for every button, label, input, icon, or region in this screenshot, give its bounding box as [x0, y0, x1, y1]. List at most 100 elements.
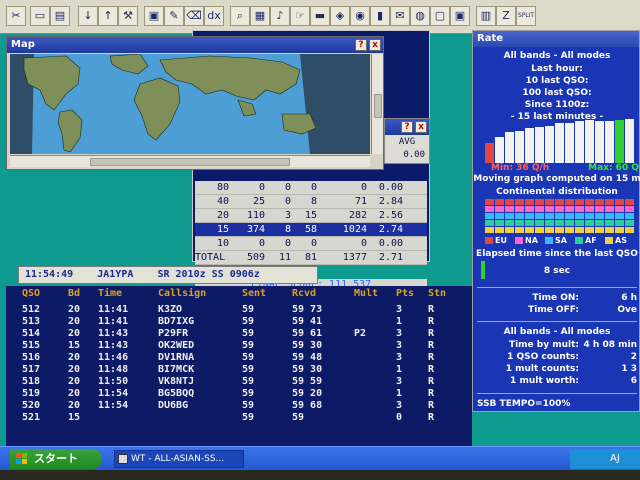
log-row[interactable]: 521 15 59 59 0 R [6, 412, 472, 424]
log-cell-stn: R [428, 376, 435, 387]
log-cell-rcvd: 59 68 [292, 400, 323, 411]
qso-log[interactable]: QSO Bd Time Callsign Sent Rcvd Mult Pts Stn 512 20… [6, 286, 472, 446]
edit-icon[interactable]: ✎ [164, 6, 184, 26]
log-row[interactable]: 513 20 11:41 BD7IXG 59 59 41 1 R [6, 316, 472, 328]
z-button[interactable]: Z [496, 6, 516, 26]
log-row[interactable]: 515 15 11:43 OK2WED 59 59 30 3 R [6, 340, 472, 352]
window-icon[interactable]: ▢ [430, 6, 450, 26]
stats-cell-avg: 0.00 [378, 182, 403, 193]
log-row[interactable]: 512 20 11:41 K3ZO 59 59 73 3 R [6, 304, 472, 316]
rate-separator-3 [477, 393, 637, 394]
log-cell-qso: 519 [22, 388, 41, 399]
log-cell-bd: 20 [68, 376, 81, 387]
log-cell-time: 11:41 [98, 316, 129, 327]
taskbar-item-wt[interactable]: WT - ALL-ASIAN-SS... [114, 450, 244, 468]
continental-bar-segment [615, 220, 624, 226]
log-cell-bd: 20 [68, 316, 81, 327]
bell-icon[interactable]: ♪ [270, 6, 290, 26]
stats-cell-avg: 2.71 [378, 252, 403, 263]
globe-icon[interactable]: ◍ [410, 6, 430, 26]
monitor-icon[interactable]: ▬ [310, 6, 330, 26]
log-cell-rcvd: 59 30 [292, 364, 323, 375]
log-header-cell: Bd [68, 288, 81, 299]
clear-icon[interactable]: ⌫ [184, 6, 204, 26]
down-arrow-icon[interactable]: ↓ [78, 6, 98, 26]
taskbar-item-label: WT - ALL-ASIAN-SS... [131, 454, 225, 464]
dx-button[interactable]: dx [204, 6, 224, 26]
rate-bar [525, 128, 534, 163]
cut-icon[interactable]: ✂ [6, 6, 26, 26]
log-row[interactable]: 520 20 11:54 DU6BG 59 59 68 3 R [6, 400, 472, 412]
rate-last-hour: Last hour: [531, 64, 583, 74]
map-horizontal-scrollbar[interactable] [10, 155, 370, 167]
hand-icon[interactable]: ☞ [290, 6, 310, 26]
zoom-icon[interactable]: ⌕ [230, 6, 250, 26]
continental-bar-segment [515, 213, 524, 219]
rate-moving-graph: Moving graph computed on 15 m [473, 174, 640, 184]
stats-cell-dupe: 8 [284, 224, 291, 235]
system-tray[interactable]: AJ [570, 449, 640, 469]
open-folder-icon[interactable]: ▭ [30, 6, 50, 26]
tray-text: AJ [610, 453, 620, 464]
continental-bar-segment [545, 227, 554, 233]
message-icon[interactable]: ✉ [390, 6, 410, 26]
log-header-cell: Stn [428, 288, 447, 299]
continental-bar-segment [495, 213, 504, 219]
taskbar: スタート WT - ALL-ASIAN-SS... AJ [0, 446, 640, 470]
stats-row: 40 25 0 8 71 2.84 [195, 195, 427, 209]
continental-bar-segment [605, 206, 614, 212]
radio-icon[interactable]: ◉ [350, 6, 370, 26]
avg-window-close-button[interactable]: x [415, 121, 427, 133]
stats-row: 10 0 0 0 0 0.00 [195, 237, 427, 251]
stats-cell-mult: 15 [304, 210, 317, 221]
continental-bar-segment [565, 213, 574, 219]
log-cell-pts: 3 [396, 340, 403, 351]
grid-icon[interactable]: ▦ [250, 6, 270, 26]
continental-bar-segment [555, 199, 564, 205]
log-cell-qso: 517 [22, 364, 41, 375]
avg-window-help-button[interactable]: ? [401, 121, 413, 133]
continental-bar-segment [545, 213, 554, 219]
continental-bar-segment [565, 220, 574, 226]
log-row[interactable]: 517 20 11:48 BI7MCK 59 59 30 1 R [6, 364, 472, 376]
log-cell-stn: R [428, 388, 435, 399]
window2-icon[interactable]: ▣ [450, 6, 470, 26]
log-cell-stn: R [428, 304, 435, 315]
continent-swatch [485, 237, 493, 244]
book-icon[interactable]: ▥ [476, 6, 496, 26]
stats-cell-band: 15 [216, 224, 229, 235]
log-row[interactable]: 519 20 11:54 BG5BQQ 59 59 20 1 R [6, 388, 472, 400]
tag-icon[interactable]: ◈ [330, 6, 350, 26]
map-close-button[interactable]: x [369, 39, 381, 51]
map-help-button[interactable]: ? [355, 39, 367, 51]
chart-icon[interactable]: ▮ [370, 6, 390, 26]
log-cell-sent: 59 [242, 400, 255, 411]
log-row[interactable]: 518 20 11:50 VK8NTJ 59 59 59 3 R [6, 376, 472, 388]
log-cell-stn: R [428, 364, 435, 375]
continental-bar-segment [625, 220, 634, 226]
continental-bar-segment [515, 220, 524, 226]
continental-bar-segment [485, 206, 494, 212]
stats-cell-pts: 282 [348, 210, 367, 221]
print-icon[interactable]: ▣ [144, 6, 164, 26]
world-map[interactable] [10, 54, 370, 154]
log-cell-bd: 15 [68, 340, 81, 351]
split-button[interactable]: SPLIT [516, 6, 536, 26]
rate-bar [595, 121, 604, 163]
map-vertical-scrollbar[interactable] [371, 54, 383, 154]
tools-icon[interactable]: ⚒ [118, 6, 138, 26]
map-vertical-scroll-thumb[interactable] [374, 94, 382, 118]
map-window: Map ? x [6, 36, 384, 170]
up-arrow-icon[interactable]: ↑ [98, 6, 118, 26]
map-horizontal-scroll-thumb[interactable] [90, 158, 290, 166]
continental-bar-segment [605, 199, 614, 205]
continental-bar-segment [485, 199, 494, 205]
start-button[interactable]: スタート [10, 449, 102, 469]
open-icon[interactable]: ▤ [50, 6, 70, 26]
continental-bar-segment [605, 220, 614, 226]
log-row[interactable]: 514 20 11:43 P29FR 59 59 61 P2 3 R [6, 328, 472, 340]
log-row[interactable]: 516 20 11:46 DV1RNA 59 59 48 3 R [6, 352, 472, 364]
continental-bar-segment [615, 206, 624, 212]
log-cell-call: DV1RNA [158, 352, 195, 363]
rate-bar [625, 119, 634, 163]
